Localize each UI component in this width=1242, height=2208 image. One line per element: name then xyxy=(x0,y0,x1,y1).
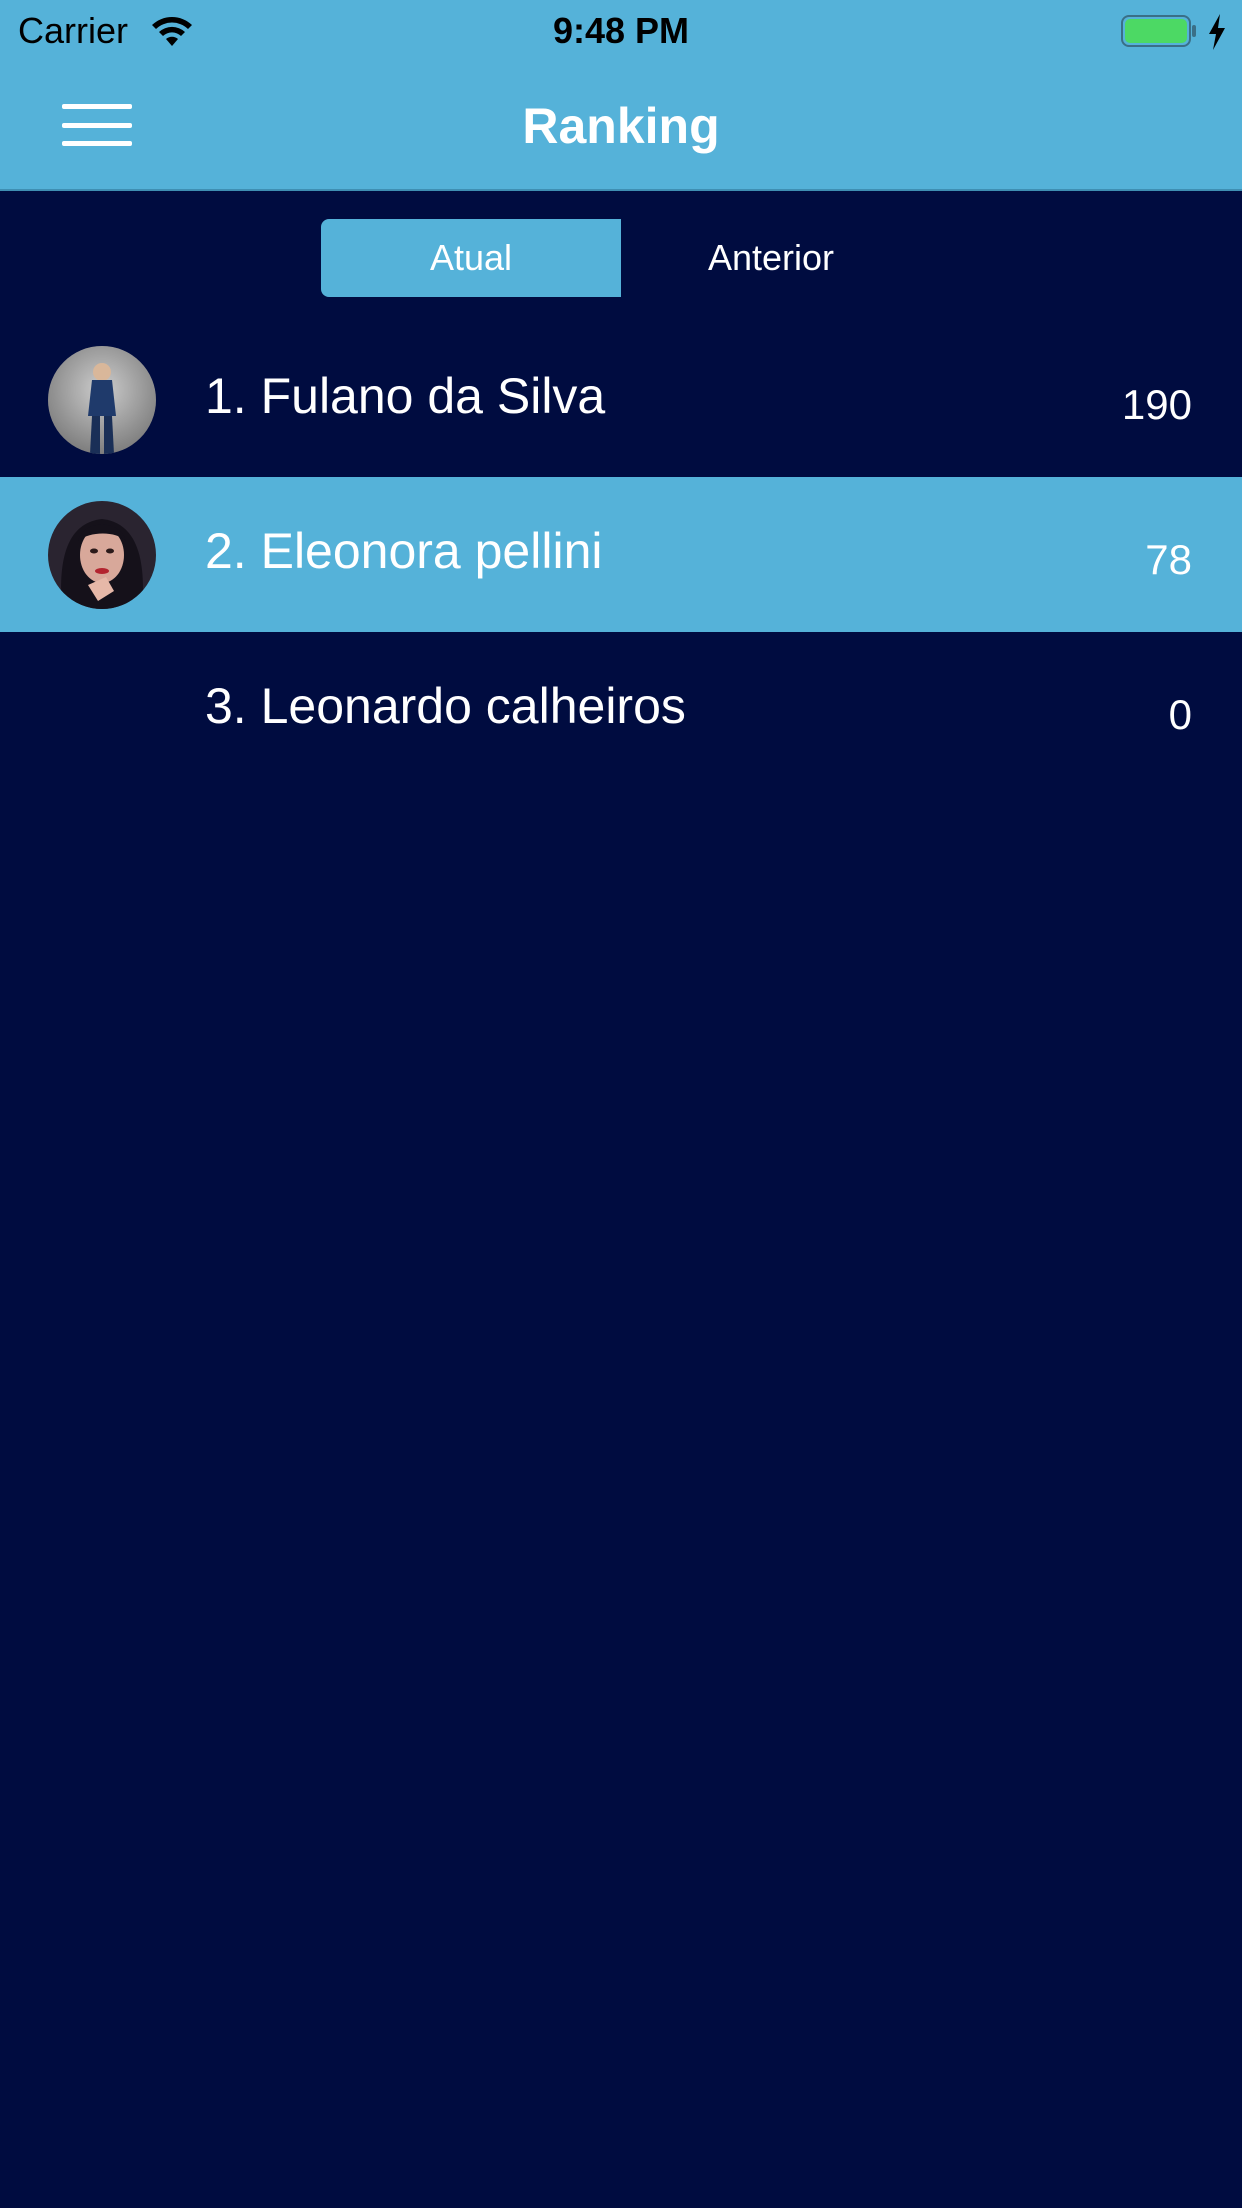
status-time: 9:48 PM xyxy=(552,10,690,51)
status-bar: Carrier 9:48 PM xyxy=(0,0,1242,62)
navigation-bar: Ranking xyxy=(0,62,1242,191)
player-name: 1. Fulano da Silva xyxy=(205,368,606,424)
segment-atual[interactable]: Atual xyxy=(321,219,621,297)
ranking-row[interactable]: 1. Fulano da Silva 190 xyxy=(0,322,1242,477)
avatar xyxy=(48,501,156,609)
player-score: 190 xyxy=(1121,381,1192,428)
charging-bolt-icon xyxy=(1209,14,1225,50)
player-name: 3. Leonardo calheiros xyxy=(205,678,686,734)
ranking-period-segmented-control: Atual Anterior xyxy=(321,219,921,297)
battery-icon xyxy=(1121,15,1196,47)
player-score: 78 xyxy=(1145,536,1192,583)
player-name: 2. Eleonora pellini xyxy=(205,523,603,579)
ranking-row[interactable]: 3. Leonardo calheiros 0 xyxy=(0,632,1242,787)
ranking-row[interactable]: 2. Eleonora pellini 78 xyxy=(0,477,1242,632)
player-score: 0 xyxy=(1168,691,1192,738)
segment-anterior[interactable]: Anterior xyxy=(621,219,921,297)
avatar xyxy=(48,346,156,454)
page-title: Ranking xyxy=(522,98,720,154)
